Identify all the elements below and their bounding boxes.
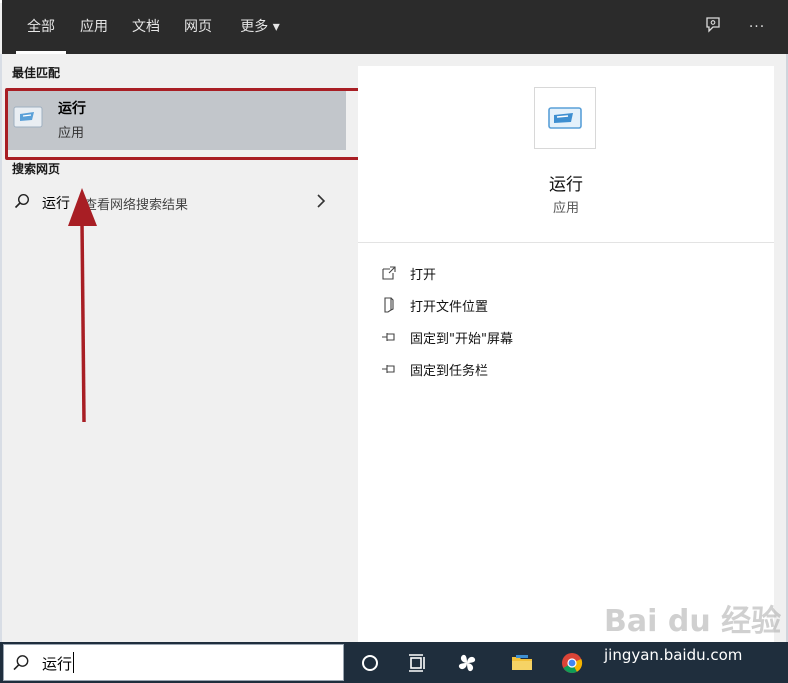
tab-apps-label: 应用	[80, 19, 108, 35]
tab-documents[interactable]: 文档	[126, 0, 166, 54]
web-search-heading: 搜索网页	[12, 162, 61, 176]
file-explorer-icon[interactable]	[510, 651, 534, 675]
chrome-icon[interactable]	[560, 651, 584, 675]
search-header: 全部 应用 文档 网页 更多 ▾ ···	[2, 0, 788, 54]
cortana-icon[interactable]	[358, 651, 382, 675]
taskbar-search-value: 运行	[42, 655, 73, 673]
action-open-file-location[interactable]: 打开文件位置	[380, 294, 680, 316]
action-pin-to-taskbar[interactable]: 固定到任务栏	[380, 358, 680, 380]
run-app-large-icon	[534, 87, 596, 149]
action-open-label: 打开	[410, 268, 437, 283]
tab-web[interactable]: 网页	[178, 0, 218, 54]
web-search-hint: 查看网络搜索结果	[84, 198, 189, 213]
task-view-icon[interactable]	[406, 651, 430, 675]
feedback-icon-svg	[706, 17, 720, 33]
preview-pane	[358, 66, 774, 642]
tab-web-label: 网页	[184, 19, 212, 35]
search-icon	[12, 654, 30, 672]
file-location-icon	[380, 296, 398, 314]
open-icon	[380, 264, 398, 282]
text-caret	[73, 652, 74, 673]
tab-all[interactable]: 全部	[16, 0, 66, 54]
chevron-right-icon[interactable]	[314, 192, 328, 210]
tab-documents-label: 文档	[132, 19, 160, 35]
watermark-text: jingyan.baidu.com	[604, 646, 743, 664]
tab-more-label: 更多	[240, 19, 269, 35]
preview-app-name: 运行	[549, 175, 583, 195]
watermark-logo: Bai du 经验	[604, 604, 782, 639]
chevron-down-icon: ▾	[272, 19, 280, 35]
best-match-heading: 最佳匹配	[12, 66, 61, 80]
highlight-box	[5, 88, 362, 160]
action-pin-to-start-label: 固定到"开始"屏幕	[410, 332, 513, 347]
action-pin-to-start[interactable]: 固定到"开始"屏幕	[380, 326, 680, 348]
action-pin-to-taskbar-label: 固定到任务栏	[410, 364, 489, 379]
action-open[interactable]: 打开	[380, 262, 680, 284]
preview-divider	[358, 242, 774, 243]
feedback-icon[interactable]	[702, 16, 724, 38]
pinwheel-app-icon[interactable]	[455, 651, 479, 675]
preview-app-type: 应用	[552, 201, 579, 216]
search-icon	[14, 193, 30, 209]
more-options-icon[interactable]: ···	[744, 16, 770, 38]
tab-more[interactable]: 更多 ▾	[232, 0, 288, 54]
pin-icon	[380, 360, 398, 378]
web-search-query: 运行	[42, 196, 70, 212]
action-open-file-location-label: 打开文件位置	[410, 300, 489, 315]
pin-icon	[380, 328, 398, 346]
tab-apps[interactable]: 应用	[74, 0, 114, 54]
tab-all-label: 全部	[27, 19, 55, 35]
